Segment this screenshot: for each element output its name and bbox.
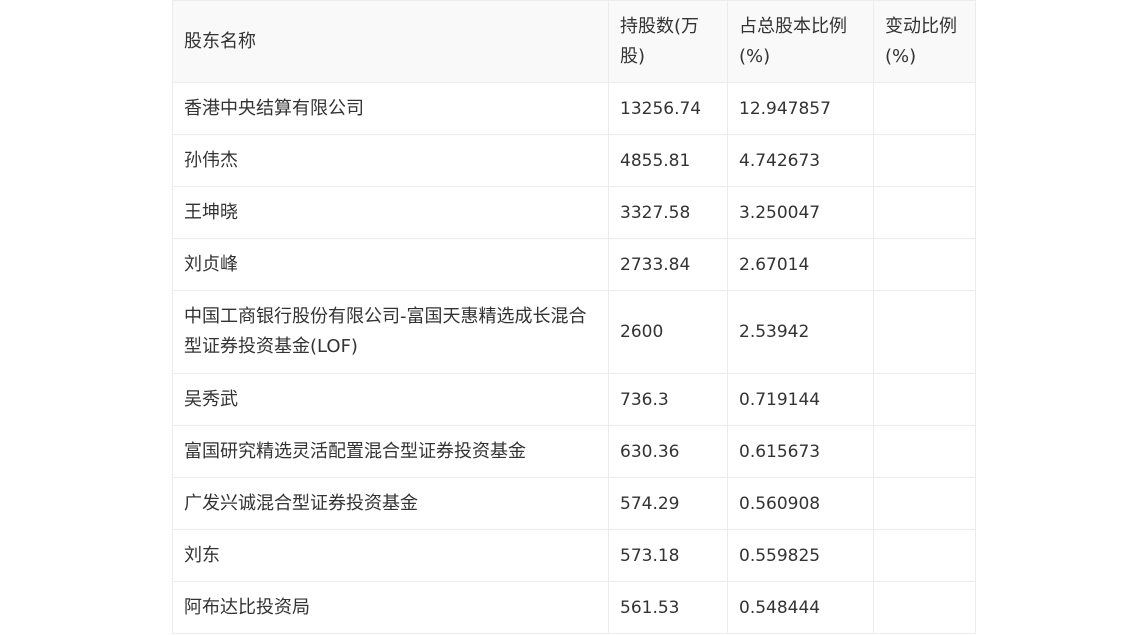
table-row: 中国工商银行股份有限公司-富国天惠精选成长混合型证券投资基金(LOF) 2600… (172, 290, 976, 374)
cell-change-ratio (873, 82, 976, 135)
cell-share-ratio: 0.719144 (727, 373, 874, 426)
table-row: 王坤晓 3327.58 3.250047 (172, 186, 976, 239)
table-row: 富国研究精选灵活配置混合型证券投资基金 630.36 0.615673 (172, 425, 976, 478)
cell-shares-held: 3327.58 (608, 186, 728, 239)
cell-share-ratio: 12.947857 (727, 82, 874, 135)
cell-shareholder-name: 富国研究精选灵活配置混合型证券投资基金 (172, 425, 609, 478)
table-row: 刘贞峰 2733.84 2.67014 (172, 238, 976, 291)
cell-share-ratio: 2.67014 (727, 238, 874, 291)
cell-shares-held: 561.53 (608, 581, 728, 634)
cell-share-ratio: 0.548444 (727, 581, 874, 634)
table-row: 孙伟杰 4855.81 4.742673 (172, 134, 976, 187)
cell-change-ratio (873, 134, 976, 187)
table-row: 香港中央结算有限公司 13256.74 12.947857 (172, 82, 976, 135)
header-shares-held: 持股数(万股) (608, 0, 728, 83)
cell-share-ratio: 3.250047 (727, 186, 874, 239)
cell-change-ratio (873, 186, 976, 239)
cell-shares-held: 13256.74 (608, 82, 728, 135)
cell-shareholder-name: 孙伟杰 (172, 134, 609, 187)
cell-shareholder-name: 王坤晓 (172, 186, 609, 239)
header-shareholder-name: 股东名称 (172, 0, 609, 83)
cell-shareholder-name: 刘东 (172, 529, 609, 582)
cell-change-ratio (873, 290, 976, 374)
cell-change-ratio (873, 373, 976, 426)
cell-change-ratio (873, 529, 976, 582)
cell-shares-held: 573.18 (608, 529, 728, 582)
header-share-ratio: 占总股本比例(%) (727, 0, 874, 83)
cell-shareholder-name: 吴秀武 (172, 373, 609, 426)
table-row: 阿布达比投资局 561.53 0.548444 (172, 581, 976, 634)
cell-share-ratio: 0.560908 (727, 477, 874, 530)
table-row: 吴秀武 736.3 0.719144 (172, 373, 976, 426)
cell-shares-held: 2733.84 (608, 238, 728, 291)
cell-change-ratio (873, 477, 976, 530)
cell-shares-held: 4855.81 (608, 134, 728, 187)
cell-change-ratio (873, 425, 976, 478)
cell-shares-held: 2600 (608, 290, 728, 374)
table-row: 刘东 573.18 0.559825 (172, 529, 976, 582)
cell-change-ratio (873, 581, 976, 634)
cell-shareholder-name: 香港中央结算有限公司 (172, 82, 609, 135)
shareholder-table: 股东名称 持股数(万股) 占总股本比例(%) 变动比例(%) 香港中央结算有限公… (172, 0, 976, 634)
table-row: 广发兴诚混合型证券投资基金 574.29 0.560908 (172, 477, 976, 530)
table-header-row: 股东名称 持股数(万股) 占总股本比例(%) 变动比例(%) (172, 0, 976, 83)
cell-share-ratio: 2.53942 (727, 290, 874, 374)
cell-shareholder-name: 中国工商银行股份有限公司-富国天惠精选成长混合型证券投资基金(LOF) (172, 290, 609, 374)
cell-shares-held: 736.3 (608, 373, 728, 426)
cell-shares-held: 574.29 (608, 477, 728, 530)
cell-share-ratio: 4.742673 (727, 134, 874, 187)
header-change-ratio: 变动比例(%) (873, 0, 976, 83)
cell-change-ratio (873, 238, 976, 291)
cell-shareholder-name: 刘贞峰 (172, 238, 609, 291)
cell-shareholder-name: 广发兴诚混合型证券投资基金 (172, 477, 609, 530)
cell-share-ratio: 0.615673 (727, 425, 874, 478)
cell-shareholder-name: 阿布达比投资局 (172, 581, 609, 634)
cell-shares-held: 630.36 (608, 425, 728, 478)
cell-share-ratio: 0.559825 (727, 529, 874, 582)
shareholder-table-container: 股东名称 持股数(万股) 占总股本比例(%) 变动比例(%) 香港中央结算有限公… (172, 0, 976, 634)
